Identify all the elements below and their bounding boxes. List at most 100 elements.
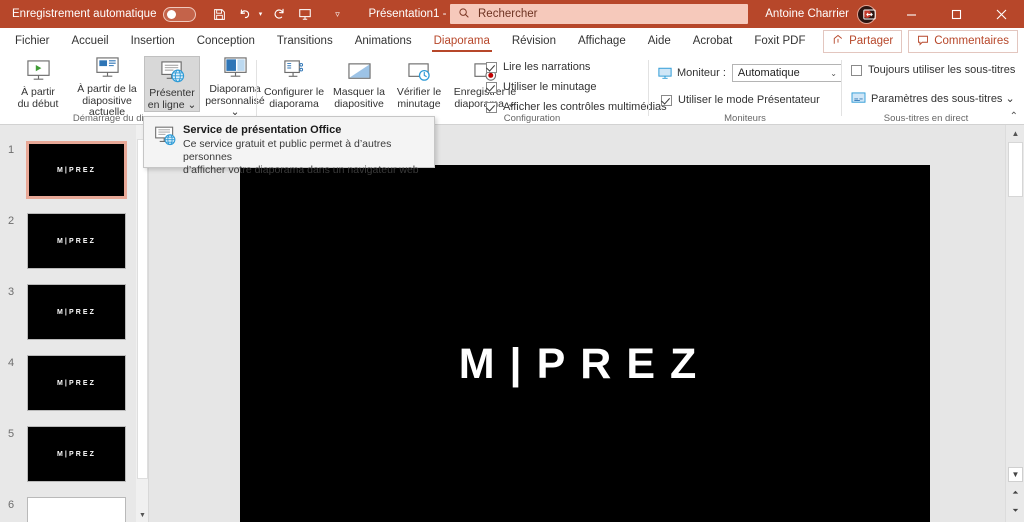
scroll-down-icon[interactable]: ▼ — [1008, 467, 1023, 482]
present-online-label-1: Présenter — [149, 87, 195, 99]
thumbnail-row-3[interactable]: 3 M|PREZ — [0, 282, 136, 353]
thumbnail-row-4[interactable]: 4 M|PREZ — [0, 353, 136, 424]
checkbox-always-subtitles[interactable]: Toujours utiliser les sous-titres — [851, 64, 1015, 76]
ribbon-display-options-icon[interactable] — [849, 0, 889, 28]
scroll-up-icon[interactable]: ▲ — [1006, 125, 1024, 142]
rehearse-timings-icon — [406, 56, 433, 84]
present-online-tooltip: Service de présentation Office Ce servic… — [143, 116, 435, 176]
chevron-down-icon[interactable]: ⌄ — [830, 69, 837, 78]
start-presentation-icon[interactable] — [292, 1, 318, 27]
main-scrollbar[interactable]: ▲ ▼ ⏶ ⏷ — [1005, 125, 1024, 522]
share-button[interactable]: Partager — [823, 29, 903, 53]
redo-icon[interactable] — [266, 1, 292, 27]
thumbnail-row-5[interactable]: 5 M|PREZ — [0, 424, 136, 495]
thumbnail-number-4: 4 — [8, 357, 15, 369]
thumbnail-number-2: 2 — [8, 215, 15, 227]
slide-thumbnail-pane[interactable]: 1 M|PREZ 2 M|PREZ 3 M|PREZ 4 M|PREZ 5 M|… — [0, 125, 136, 522]
tab-revision[interactable]: Révision — [501, 28, 567, 54]
monitor-select[interactable]: Automatique ⌄ — [731, 64, 842, 82]
thumbnail-number-6: 6 — [8, 499, 15, 511]
hide-slide-label-2: diapositive — [334, 97, 384, 110]
slide-thumbnail-2[interactable]: M|PREZ — [27, 213, 126, 269]
thumbnail-logo-5: M|PREZ — [56, 450, 97, 458]
autosave-toggle[interactable] — [163, 6, 197, 22]
monitor-label: Moniteur : — [677, 67, 726, 79]
tab-fichier[interactable]: Fichier — [4, 28, 61, 54]
search-icon — [458, 7, 470, 22]
present-online-icon — [153, 126, 178, 153]
from-current-slide-label-1: À partir de la — [77, 83, 137, 95]
ribbon-group-label-configuration: Configuration — [503, 113, 561, 124]
main-scrollbar-thumb[interactable] — [1008, 142, 1023, 197]
previous-slide-icon[interactable]: ⏶ — [1008, 485, 1023, 500]
present-online-button[interactable]: Présenter en ligne ⌄ — [144, 56, 200, 112]
checkbox-show-media-controls-label: Afficher les contrôles multimédias — [503, 101, 667, 113]
next-slide-icon[interactable]: ⏷ — [1008, 503, 1023, 518]
checkbox-show-media-controls-box[interactable] — [486, 101, 497, 113]
search-placeholder: Rechercher — [478, 8, 538, 20]
hide-slide-button[interactable]: Masquer la diapositive — [328, 56, 390, 112]
minimize-icon[interactable] — [889, 0, 934, 28]
tab-diaporama[interactable]: Diaporama — [423, 28, 501, 54]
slide-thumbnail-4[interactable]: M|PREZ — [27, 355, 126, 411]
from-beginning-label-1: À partir — [21, 86, 55, 98]
search-input[interactable]: Rechercher — [450, 4, 748, 24]
scroll-down-icon[interactable]: ▼ — [136, 508, 149, 522]
checkbox-show-media-controls[interactable]: Afficher les contrôles multimédias — [486, 101, 667, 113]
thumbnail-row-6[interactable]: 6 — [0, 495, 136, 522]
checkbox-always-subtitles-box[interactable] — [851, 64, 862, 76]
present-online-icon — [159, 57, 186, 85]
tab-affichage[interactable]: Affichage — [567, 28, 637, 54]
subtitle-settings-icon — [851, 92, 866, 105]
share-icon — [832, 34, 844, 49]
checkbox-play-narrations[interactable]: Lire les narrations — [486, 61, 590, 73]
slide-thumbnail-1[interactable]: M|PREZ — [26, 141, 127, 199]
customize-quick-access-icon[interactable]: ▿ — [324, 1, 350, 27]
from-beginning-button[interactable]: À partir du début — [6, 56, 70, 112]
checkbox-play-narrations-box[interactable] — [486, 61, 497, 73]
checkbox-play-narrations-label: Lire les narrations — [503, 61, 591, 73]
tab-conception[interactable]: Conception — [186, 28, 266, 54]
save-icon[interactable] — [206, 1, 232, 27]
share-label: Partager — [849, 35, 894, 47]
slide-thumbnail-3[interactable]: M|PREZ — [27, 284, 126, 340]
tab-insertion[interactable]: Insertion — [120, 28, 186, 54]
thumbnail-row-2[interactable]: 2 M|PREZ — [0, 211, 136, 282]
user-name: Antoine Charrier — [765, 8, 849, 20]
tab-aide[interactable]: Aide — [637, 28, 682, 54]
tab-transitions[interactable]: Transitions — [266, 28, 344, 54]
tooltip-description-line-2: d’afficher votre diaporama dans un navig… — [183, 164, 419, 176]
checkbox-presenter-view-box[interactable] — [661, 94, 672, 106]
tab-animations[interactable]: Animations — [344, 28, 423, 54]
slide-thumbnail-5[interactable]: M|PREZ — [27, 426, 126, 482]
ribbon-separator-1 — [256, 60, 257, 116]
thumbnail-number-3: 3 — [8, 286, 15, 298]
checkbox-presenter-view[interactable]: Utiliser le mode Présentateur — [661, 94, 820, 106]
checkbox-use-timings-box[interactable] — [486, 81, 497, 93]
tab-foxit-pdf[interactable]: Foxit PDF — [743, 28, 816, 54]
setup-slideshow-button[interactable]: Configurer le diaporama — [260, 56, 328, 112]
undo-dropdown-caret[interactable]: ▾ — [254, 10, 266, 18]
collapse-ribbon-icon[interactable]: ⌃ — [1010, 111, 1018, 122]
restore-icon[interactable] — [934, 0, 979, 28]
thumbnail-scrollbar[interactable]: ▼ — [136, 125, 149, 522]
close-icon[interactable] — [979, 0, 1024, 28]
from-current-slide-button[interactable]: À partir de la diapositive actuelle — [70, 56, 144, 118]
thumbnail-scrollbar-thumb[interactable] — [137, 139, 148, 479]
thumbnail-logo-4: M|PREZ — [56, 379, 97, 387]
tab-acrobat[interactable]: Acrobat — [682, 28, 744, 54]
comments-button[interactable]: Commentaires — [908, 29, 1018, 53]
powerpoint-window: Enregistrement automatique ▾ ▿ Présentat… — [0, 0, 1024, 522]
comment-icon — [917, 34, 929, 49]
slide-thumbnail-6[interactable] — [27, 497, 126, 522]
thumbnail-logo-2: M|PREZ — [56, 237, 97, 245]
checkbox-always-subtitles-label: Toujours utiliser les sous-titres — [868, 64, 1016, 76]
subtitle-settings-button[interactable]: Paramètres des sous-titres ⌄ — [851, 92, 1015, 105]
tab-accueil[interactable]: Accueil — [61, 28, 120, 54]
thumbnail-row-1[interactable]: 1 M|PREZ — [0, 140, 136, 211]
rehearse-timings-button[interactable]: Vérifier le minutage — [390, 56, 448, 112]
checkbox-use-timings[interactable]: Utiliser le minutage — [486, 81, 597, 93]
tab-bar-actions: Partager Commentaires — [823, 28, 1018, 54]
custom-slideshow-icon — [222, 56, 249, 81]
current-slide[interactable]: M|PREZ — [240, 165, 930, 522]
